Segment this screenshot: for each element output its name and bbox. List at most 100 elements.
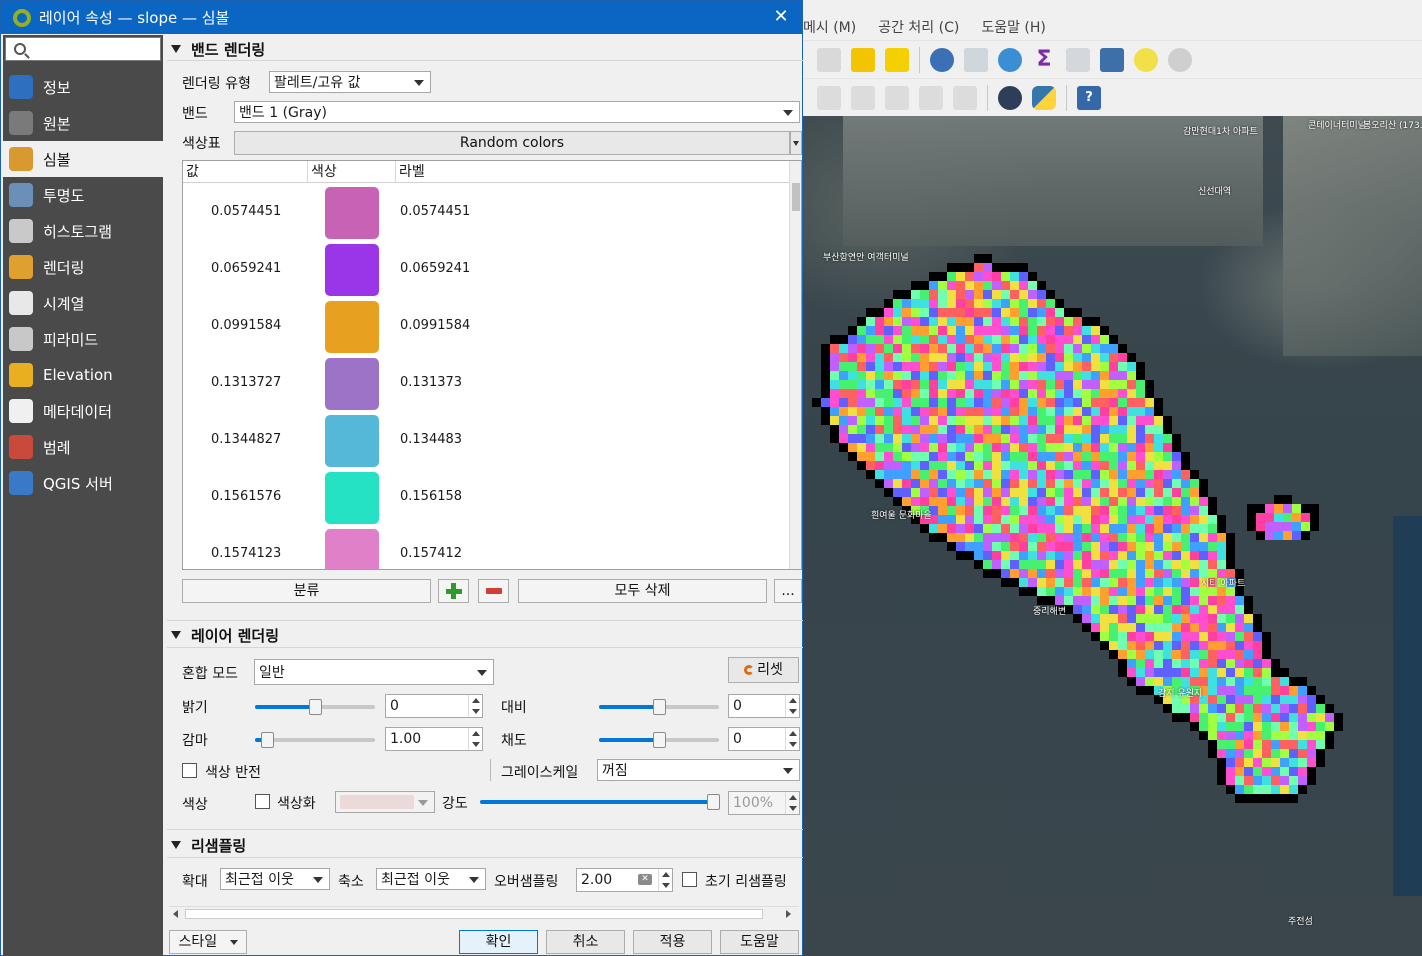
slider-handle[interactable] [653, 732, 666, 748]
sidebar-item[interactable]: 정보 [3, 69, 163, 105]
spin-arrows-icon[interactable] [785, 728, 799, 750]
spin-arrows-icon[interactable] [785, 792, 799, 814]
slider-handle[interactable] [261, 732, 274, 748]
render-type-combo[interactable]: 팔레트/고유 값 [269, 71, 431, 93]
label-cell[interactable]: 0.0574451 [400, 204, 470, 219]
section-layer-rendering[interactable]: 레이어 렌더링 [167, 623, 803, 647]
sidebar-item[interactable]: 심볼 [3, 141, 163, 177]
spin-arrows-icon[interactable] [658, 869, 672, 891]
gamma-slider[interactable] [255, 732, 375, 748]
settings-gear-icon[interactable] [998, 47, 1022, 72]
label-cell[interactable]: 0.157412 [400, 546, 462, 561]
strength-slider[interactable] [480, 794, 720, 810]
table-row[interactable]: 0.0659241 0.0659241 [183, 241, 789, 298]
brightness-spinbox[interactable]: 0 [385, 694, 483, 718]
ok-button[interactable]: 확인 [459, 930, 538, 954]
early-resampling-checkbox[interactable] [682, 872, 697, 887]
scroll-right-icon[interactable] [786, 910, 791, 918]
color-swatch[interactable] [325, 472, 379, 524]
table-scrollbar[interactable] [789, 161, 801, 569]
menu-processing[interactable]: 공간 처리 (C) [878, 17, 959, 37]
dialog-titlebar[interactable]: 레이어 속성 — slope — 심볼 ✕ [1, 1, 802, 34]
color-swatch[interactable] [325, 301, 379, 353]
label-cell[interactable]: 0.0659241 [400, 261, 470, 276]
color-ramp-button[interactable]: Random colors [234, 131, 790, 155]
map-canvas[interactable]: 콘테이너터미널 감만현대1차 아파트 신선대역 봉오리산 (173.3m) 부산… [803, 116, 1422, 956]
blend-mode-combo[interactable]: 일반 [254, 659, 494, 685]
scroll-left-icon[interactable] [173, 910, 178, 918]
label-cell[interactable]: 0.134483 [400, 432, 462, 447]
color-ramp-menu-button[interactable] [790, 131, 802, 155]
select-features-icon[interactable] [851, 47, 875, 72]
spy-glasses-icon[interactable] [998, 85, 1022, 110]
python-icon[interactable] [1032, 85, 1056, 110]
cancel-button[interactable]: 취소 [546, 930, 625, 954]
map-tips-icon[interactable] [1100, 47, 1124, 72]
sidebar-item[interactable]: 원본 [3, 105, 163, 141]
grayscale-combo[interactable]: 꺼짐 [597, 759, 800, 781]
table-row[interactable]: 0.1574123 0.157412 [183, 526, 789, 569]
colorize-checkbox[interactable] [255, 794, 270, 809]
identify-icon[interactable] [930, 47, 954, 72]
add-value-button[interactable] [438, 579, 469, 603]
brightness-slider[interactable] [255, 699, 375, 715]
color-swatch[interactable] [325, 358, 379, 410]
clear-field-icon[interactable]: ✕ [638, 874, 652, 885]
column-header-value[interactable]: 값 [183, 161, 308, 182]
help-question-icon[interactable]: ? [1077, 85, 1101, 110]
more-options-button[interactable]: ... [774, 579, 802, 603]
column-header-color[interactable]: 색상 [308, 161, 396, 182]
select-location-icon[interactable] [885, 47, 909, 72]
palette-table[interactable]: 값 색상 라벨 0.0574451 0.0574451 0.0659241 0.065… [182, 160, 802, 570]
section-band-rendering[interactable]: 밴드 렌더링 [167, 37, 803, 61]
sidebar-item[interactable]: 피라미드 [3, 321, 163, 357]
classify-button[interactable]: 분류 [182, 579, 431, 603]
apply-button[interactable]: 적용 [633, 930, 712, 954]
slider-handle[interactable] [653, 699, 666, 715]
contrast-spinbox[interactable]: 0 [728, 694, 800, 718]
reset-button[interactable]: 리셋 [728, 657, 799, 683]
label-pin-icon[interactable] [851, 85, 875, 110]
oversampling-spinbox[interactable]: 2.00 ✕ [576, 868, 673, 892]
delete-all-button[interactable]: 모두 삭제 [518, 579, 767, 603]
value-cell[interactable]: 0.1313727 [211, 375, 281, 390]
sidebar-item[interactable]: QGIS 서버 [3, 465, 163, 501]
help-button[interactable]: 도움말 [720, 930, 799, 954]
search-input[interactable] [34, 41, 154, 57]
strength-spinbox[interactable]: 100% [728, 791, 800, 815]
table-row[interactable]: 0.0574451 0.0574451 [183, 184, 789, 241]
statistics-sigma-icon[interactable]: Σ [1032, 47, 1056, 72]
sidebar-item[interactable]: Elevation [3, 357, 163, 393]
sidebar-item[interactable]: 히스토그램 [3, 213, 163, 249]
slider-handle[interactable] [309, 699, 322, 715]
table-row[interactable]: 0.1344827 0.134483 [183, 412, 789, 469]
color-swatch[interactable] [325, 529, 379, 569]
label-cell[interactable]: 0.131373 [400, 375, 462, 390]
color-swatch[interactable] [325, 244, 379, 296]
column-header-label[interactable]: 라벨 [396, 161, 789, 182]
value-cell[interactable]: 0.0574451 [211, 204, 281, 219]
table-row[interactable]: 0.1561576 0.156158 [183, 469, 789, 526]
contrast-slider[interactable] [599, 699, 719, 715]
sidebar-item[interactable]: 범례 [3, 429, 163, 465]
label-cell[interactable]: 0.0991584 [400, 318, 470, 333]
zoom-in-combo[interactable]: 최근접 이웃 [220, 868, 330, 890]
value-cell[interactable]: 0.1344827 [211, 432, 281, 447]
zoom-out-combo[interactable]: 최근접 이웃 [376, 868, 486, 890]
attribute-table-icon[interactable] [964, 47, 988, 72]
band-combo[interactable]: 밴드 1 (Gray) [234, 101, 800, 123]
colorize-color-button[interactable] [335, 791, 435, 813]
section-resampling[interactable]: 리샘플링 [167, 833, 803, 857]
menu-help[interactable]: 도움말 (H) [981, 17, 1046, 37]
spin-arrows-icon[interactable] [468, 728, 482, 750]
copy-features-icon[interactable] [817, 47, 841, 72]
sidebar-item[interactable]: 시계열 [3, 285, 163, 321]
invert-colors-checkbox[interactable] [182, 763, 197, 778]
scrollbar-thumb[interactable] [792, 183, 800, 211]
color-swatch[interactable] [325, 415, 379, 467]
value-cell[interactable]: 0.0659241 [211, 261, 281, 276]
saturation-slider[interactable] [599, 732, 719, 748]
saturation-spinbox[interactable]: 0 [728, 727, 800, 751]
close-button[interactable]: ✕ [768, 5, 794, 29]
scrollbar-thumb[interactable] [185, 909, 763, 919]
